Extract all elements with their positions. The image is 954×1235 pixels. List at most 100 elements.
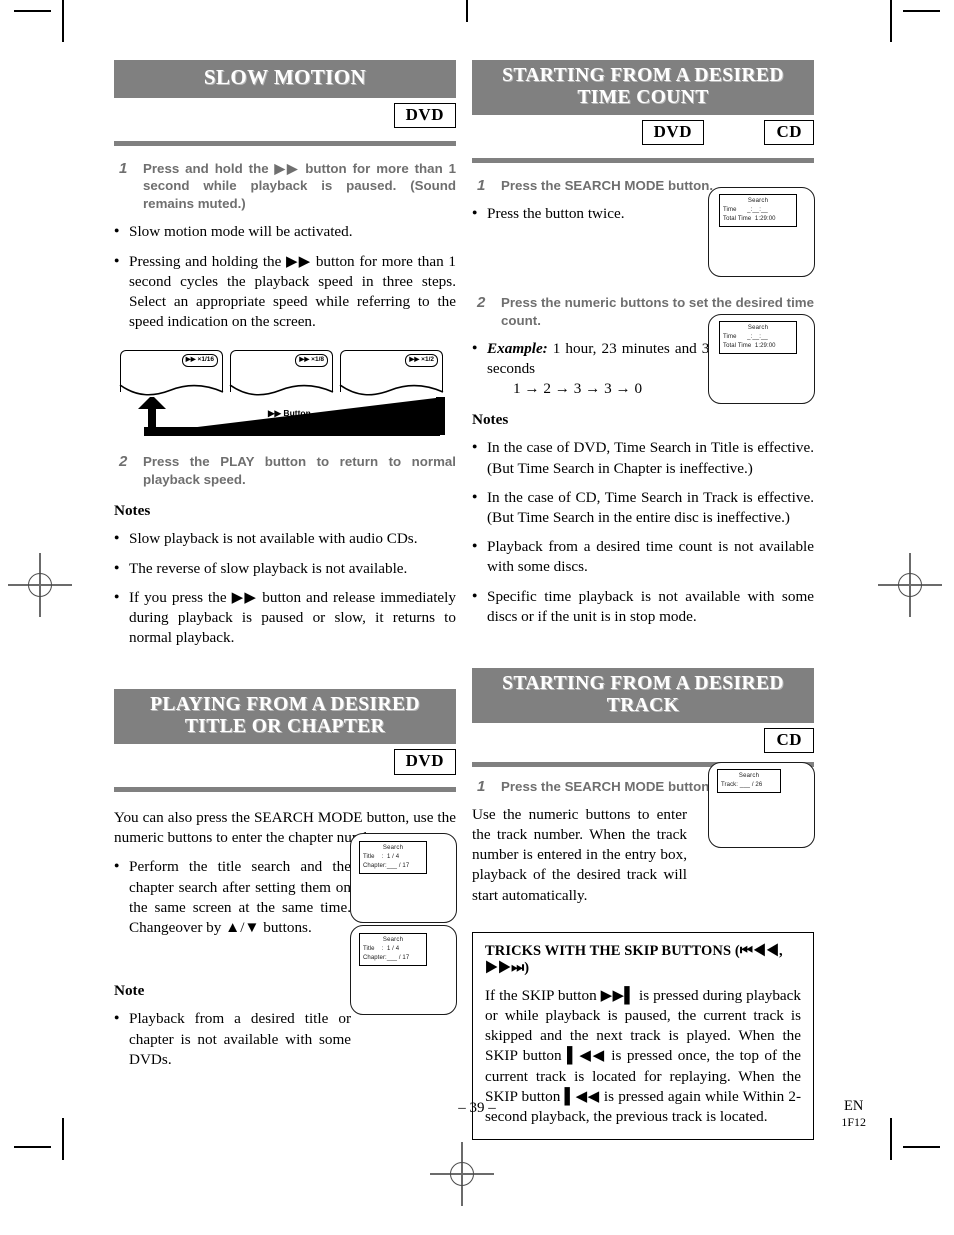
crop-mark-top-right-v <box>890 0 892 42</box>
bullet-item: Slow motion mode will be activated. <box>114 222 456 242</box>
crop-mark-bottom-left-v <box>62 1118 64 1160</box>
crop-mark-top-left-v <box>62 0 64 42</box>
crop-mark-top-left-h <box>14 10 51 12</box>
tricks-heading: TRICKS WITH THE SKIP BUTTONS (⏮◀◀, ▶▶⏭) <box>485 942 783 976</box>
tv-screen-track: Search Track: ___ / 26 <box>708 762 815 848</box>
crop-mark-top-right-h <box>903 10 940 12</box>
manual-page: SLOW MOTION DVD 1 Press and hold the ▶▶ … <box>0 0 954 1235</box>
osd-row: Title : 1 / 4 <box>363 854 400 860</box>
disc-tag-dvd: DVD <box>641 119 704 146</box>
section-rule <box>472 157 814 163</box>
bullet-item: Press the button twice. <box>472 204 702 224</box>
section-track: STARTING FROM A DESIRED TRACK CD 1 Press… <box>472 668 814 1141</box>
speed-indicator: ▶▶ ×1/2 <box>405 354 438 368</box>
osd-title: Search <box>382 937 404 943</box>
bullet-item: Pressing and holding the ▶▶ button for m… <box>114 252 456 333</box>
crop-mark-bottom-left-h <box>14 1146 51 1148</box>
step-number: 2 <box>119 453 128 471</box>
osd-panel: Search Track: ___ / 26 <box>717 769 781 793</box>
step-2: 2 Press the PLAY button to return to nor… <box>114 453 456 489</box>
section-title-track: STARTING FROM A DESIRED TRACK <box>472 668 814 723</box>
notes-heading: Notes <box>114 502 151 520</box>
osd-panel: Search Time _:__:__ Total Time 1:29:00 <box>719 321 797 354</box>
step-number: 2 <box>477 293 486 311</box>
section-title-line2: TITLE OR CHAPTER <box>184 716 386 738</box>
osd-panel: Search Title : 1 / 4 Chapter:___ / 17 <box>359 841 427 874</box>
section-rule <box>114 140 456 146</box>
osd-title: Search <box>747 198 769 204</box>
osd-title: Search <box>738 773 760 779</box>
section-title-line1: STARTING FROM A DESIRED <box>502 65 784 86</box>
imprint-code: 1F12 <box>841 1115 866 1130</box>
disc-tag-row-playing-title-chapter: DVD <box>114 749 456 783</box>
section-title-line1: PLAYING FROM A DESIRED <box>150 694 420 716</box>
example-label: Example: <box>487 339 548 357</box>
note-item: If you press the ▶▶ button and release i… <box>114 588 456 649</box>
osd-panel: Search Time _:__:__ Total Time 1:29:00 <box>719 194 797 227</box>
note-item: Playback from a desired time count is no… <box>472 537 814 577</box>
step-1: 1 Press and hold the ▶▶ button for more … <box>114 160 456 214</box>
section-slow-motion: SLOW MOTION DVD 1 Press and hold the ▶▶ … <box>114 60 456 648</box>
time-count-notes: In the case of DVD, Time Search in Title… <box>472 438 814 627</box>
disc-tag-cd: CD <box>764 727 814 754</box>
example-bullet: Example: 1 hour, 23 minutes and 30 secon… <box>472 339 717 400</box>
section-intro-text: Use the numeric buttons to enter the tra… <box>472 805 687 904</box>
section-title-line1: STARTING FROM A DESIRED <box>502 673 784 695</box>
section-title-line2: TIME COUNT <box>577 86 709 108</box>
disc-tag-row-slow-motion: DVD <box>114 102 456 137</box>
osd-row: Title : 1 / 4 <box>363 946 400 952</box>
page-number: – 39 – <box>458 1100 496 1116</box>
note-item: Slow playback is not available with audi… <box>114 529 456 549</box>
osd-title: Search <box>747 325 769 331</box>
osd-title: Search <box>382 845 404 851</box>
step-number: 1 <box>119 159 128 177</box>
step-number: 1 <box>477 176 486 194</box>
disc-tag-dvd: DVD <box>393 749 456 775</box>
note-item: Playback from a desired title or chapter… <box>114 1009 351 1070</box>
registration-mark-bottom <box>430 1142 494 1206</box>
disc-tag-dvd: DVD <box>393 102 456 129</box>
crop-mark-mid-top-v <box>466 0 468 22</box>
note-item: The reverse of slow playback is not avai… <box>114 559 456 579</box>
imprint-language: EN <box>843 1098 864 1114</box>
slow-motion-notes: Slow playback is not available with audi… <box>114 529 456 648</box>
registration-mark-right <box>878 553 942 617</box>
note-item: In the case of DVD, Time Search in Title… <box>472 438 814 478</box>
step-text: Press and hold the ▶▶ button for more th… <box>143 160 456 212</box>
section-title-time-count: STARTING FROM A DESIRED TIME COUNT <box>472 60 814 115</box>
osd-row: Time _:__:__ <box>723 207 768 213</box>
note-item: In the case of CD, Time Search in Track … <box>472 488 814 528</box>
step-number: 1 <box>477 777 486 795</box>
section-title-slow-motion: SLOW MOTION <box>114 60 456 98</box>
title-chapter-notes: Playback from a desired title or chapter… <box>114 1009 456 1070</box>
section-title-playing-title-chapter: PLAYING FROM A DESIRED TITLE OR CHAPTER <box>114 689 456 745</box>
slow-motion-bullets: Slow motion mode will be activated. Pres… <box>114 222 456 332</box>
bullet-item: Perform the title search and the chapter… <box>114 857 351 938</box>
speed-indicator: ▶▶ ×1/8 <box>295 354 328 368</box>
slow-motion-speed-figure: ▶▶ ×1/16 ▶▶ ×1/8 ▶▶ ×1/2 ▶▶ Button <box>114 350 456 445</box>
speed-screen-1: ▶▶ ×1/16 <box>119 350 224 396</box>
osd-row: Time _:__:__ <box>723 334 768 340</box>
tv-screen-title-chapter-2: Search Title : 1 / 4 Chapter:___ / 17 <box>350 925 457 1015</box>
registration-mark-left <box>8 553 72 617</box>
speed-screen-3: ▶▶ ×1/2 <box>339 350 444 396</box>
osd-row: Chapter:___ / 17 <box>363 863 410 869</box>
tv-screen-time-count-2: Search Time _:__:__ Total Time 1:29:00 <box>708 314 815 404</box>
osd-row: Total Time 1:29:00 <box>723 343 776 349</box>
crop-mark-bottom-right-v <box>890 1118 892 1160</box>
notes-heading: Notes <box>472 411 509 429</box>
osd-row: Chapter:___ / 17 <box>363 955 410 961</box>
section-rule <box>114 787 456 793</box>
cycle-arrow-label: ▶▶ Button <box>268 408 311 419</box>
section-title-line2: TRACK <box>606 694 680 716</box>
tv-screen-title-chapter-1: Search Title : 1 / 4 Chapter:___ / 17 <box>350 833 457 923</box>
step-text: Press the PLAY button to return to norma… <box>143 454 456 488</box>
osd-row: Total Time 1:29:00 <box>723 216 776 222</box>
imprint-block: EN 1F12 <box>841 1098 866 1130</box>
disc-tag-row-track: CD <box>472 727 814 758</box>
tv-screen-time-count-1: Search Time _:__:__ Total Time 1:29:00 <box>708 187 815 277</box>
speed-indicator: ▶▶ ×1/16 <box>181 354 218 368</box>
example-sequence: 1 → 2 → 3 → 3 → 0 <box>513 380 643 398</box>
disc-tag-cd: CD <box>764 119 814 146</box>
disc-tag-row-time-count: DVD CD <box>472 119 814 154</box>
